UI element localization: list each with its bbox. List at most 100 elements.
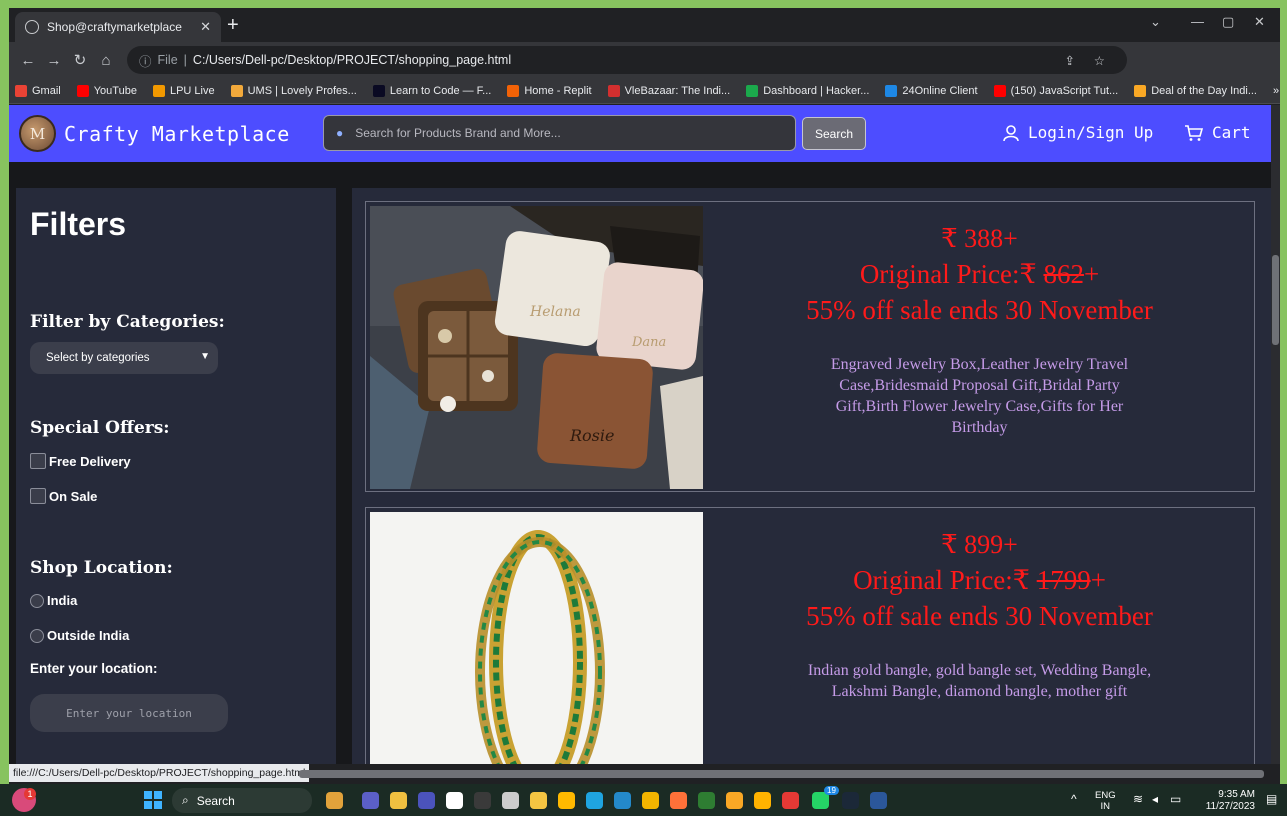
search-icon: ⌕ <box>182 793 189 807</box>
brand-name[interactable]: Crafty Marketplace <box>64 122 290 146</box>
sale-banner: 55% off sale ends 30 November <box>806 295 1153 325</box>
vertical-scrollbar[interactable] <box>1271 105 1280 764</box>
bookmark-item[interactable]: UMS | Lovely Profes... <box>230 84 357 97</box>
cart-icon <box>1185 124 1204 141</box>
media-icon[interactable] <box>698 792 715 809</box>
tab-search-icon[interactable]: ⌄ <box>1150 14 1161 30</box>
dell-icon[interactable] <box>446 792 463 809</box>
home-icon[interactable]: ⌂ <box>93 52 119 69</box>
bookmark-item[interactable]: Learn to Code — F... <box>372 84 491 97</box>
url-text: C:/Users/Dell-pc/Desktop/PROJECT/shoppin… <box>192 53 512 67</box>
status-bar: file:///C:/Users/Dell-pc/Desktop/PROJECT… <box>9 764 1280 784</box>
web-page: M Crafty Marketplace ● Search for Produc… <box>9 105 1271 764</box>
india-radio[interactable]: India <box>30 593 77 608</box>
battery-icon[interactable]: ▭ <box>1170 792 1181 806</box>
location-input[interactable]: Enter your location <box>30 694 228 732</box>
clock[interactable]: 9:35 AM 11/27/2023 <box>1195 789 1255 813</box>
radio-icon[interactable] <box>30 593 44 608</box>
vscode-icon[interactable] <box>614 792 631 809</box>
whatsapp-badge: 19 <box>824 786 839 795</box>
product-card[interactable]: Helana Dana Rosie ₹ 388+ Original Price:… <box>365 201 1255 492</box>
bookmark-favicon-icon <box>15 84 27 97</box>
word-icon[interactable] <box>870 792 887 809</box>
minimize-icon[interactable]: — <box>1191 14 1204 29</box>
status-url: file:///C:/Users/Dell-pc/Desktop/PROJECT… <box>9 764 310 782</box>
store-icon[interactable] <box>558 792 575 809</box>
tray-chevron-icon[interactable]: ^ <box>1071 792 1077 806</box>
bookmark-item[interactable]: Gmail <box>15 84 61 97</box>
browser-tab[interactable]: Shop@craftymarketplace ✕ <box>15 12 221 42</box>
steam-icon[interactable] <box>842 792 859 809</box>
file-explorer-icon[interactable] <box>390 792 407 809</box>
reload-icon[interactable]: ↻ <box>67 51 93 69</box>
location-heading: Shop Location: <box>30 558 173 578</box>
checkbox-icon[interactable] <box>30 488 46 504</box>
cart-label: Cart <box>1212 123 1251 142</box>
filters-title: Filters <box>30 206 127 242</box>
teams-icon[interactable] <box>362 792 379 809</box>
share-icon[interactable]: ⇪ <box>1065 53 1075 68</box>
close-tab-icon[interactable]: ✕ <box>200 19 211 35</box>
more-bookmarks-icon[interactable]: » <box>1273 85 1279 97</box>
product-description[interactable]: Engraved Jewelry Box,Leather Jewelry Tra… <box>806 354 1153 438</box>
outside-india-radio[interactable]: Outside India <box>30 628 129 643</box>
browser-window: Shop@craftymarketplace ✕ + ⌄ — ▢ ✕ ← → ↻… <box>9 8 1280 784</box>
product-description[interactable]: Indian gold bangle, gold bangle set, Wed… <box>806 660 1153 702</box>
back-icon[interactable]: ← <box>15 52 41 69</box>
bookmark-star-icon[interactable]: ☆ <box>1094 53 1105 68</box>
settings-icon[interactable] <box>726 792 743 809</box>
cart-link[interactable]: Cart <box>1184 123 1251 142</box>
start-button[interactable] <box>144 791 162 809</box>
chrome-icon[interactable] <box>642 792 659 809</box>
bookmark-item[interactable]: YouTube <box>76 84 137 97</box>
forward-icon[interactable]: → <box>41 52 67 69</box>
close-window-icon[interactable]: ✕ <box>1254 14 1265 30</box>
gold-bangle-image[interactable] <box>370 512 703 764</box>
bookmark-item[interactable]: 24Online Client <box>885 84 978 97</box>
bookmark-item[interactable]: VleBazaar: The Indi... <box>607 84 730 97</box>
checkbox-icon[interactable] <box>30 453 46 469</box>
folder-icon[interactable] <box>530 792 547 809</box>
terminal-icon[interactable] <box>502 792 519 809</box>
bookmark-favicon-icon <box>372 84 385 97</box>
edge-icon[interactable] <box>586 792 603 809</box>
bookmark-item[interactable]: Deal of the Day Indi... <box>1134 84 1257 97</box>
price-block: ₹ 388+ Original Price:₹ 862+ 55% off sal… <box>703 222 1256 328</box>
bookmark-favicon-icon <box>993 84 1006 97</box>
widgets-icon[interactable] <box>326 792 343 809</box>
jewelry-box-image[interactable]: Helana Dana Rosie <box>370 206 703 489</box>
bookmark-item[interactable]: (150) JavaScript Tut... <box>993 84 1118 97</box>
bookmark-item[interactable]: Dashboard | Hacker... <box>746 84 869 97</box>
product-list: Helana Dana Rosie ₹ 388+ Original Price:… <box>352 188 1271 764</box>
login-signup-link[interactable]: Login/Sign Up <box>1002 123 1153 142</box>
language-indicator[interactable]: ENG IN <box>1095 790 1116 812</box>
info-icon: ⓘ <box>139 54 152 69</box>
new-tab-icon[interactable]: + <box>227 14 239 37</box>
sale-price: ₹ 388+ <box>941 224 1018 253</box>
notifications-icon[interactable]: ▤ <box>1266 792 1277 806</box>
scrollbar-thumb[interactable] <box>1272 255 1279 345</box>
app-icon[interactable] <box>754 792 771 809</box>
category-select[interactable]: Select by categories ▼ <box>30 342 218 374</box>
bookmark-favicon-icon <box>152 84 165 97</box>
bookmark-item[interactable]: Home - Replit <box>507 84 592 97</box>
taskbar-search[interactable]: ⌕ Search <box>172 788 312 813</box>
restore-icon[interactable]: ▢ <box>1222 14 1234 30</box>
product-card[interactable]: ₹ 899+ Original Price:₹ 1799+ 55% off sa… <box>365 507 1255 764</box>
teams-chat-icon[interactable] <box>418 792 435 809</box>
search-button[interactable]: Search <box>802 117 866 150</box>
free-delivery-checkbox[interactable]: Free Delivery <box>30 453 131 469</box>
address-bar[interactable]: ⓘ File | C:/Users/Dell-pc/Desktop/PROJEC… <box>127 46 1127 74</box>
weather-icon[interactable]: 1 <box>12 788 36 812</box>
bookmark-item[interactable]: LPU Live <box>152 84 215 97</box>
acrobat-icon[interactable] <box>782 792 799 809</box>
brand-logo[interactable]: M <box>19 115 56 152</box>
copilot-icon[interactable] <box>474 792 491 809</box>
horizontal-scrollbar[interactable] <box>299 770 1264 778</box>
product-search-input[interactable]: ● Search for Products Brand and More... <box>323 115 796 151</box>
wifi-icon[interactable]: ≋ <box>1133 792 1143 806</box>
radio-icon[interactable] <box>30 628 44 643</box>
firefox-icon[interactable] <box>670 792 687 809</box>
on-sale-checkbox[interactable]: On Sale <box>30 488 97 504</box>
volume-icon[interactable]: ◂ <box>1152 792 1158 806</box>
